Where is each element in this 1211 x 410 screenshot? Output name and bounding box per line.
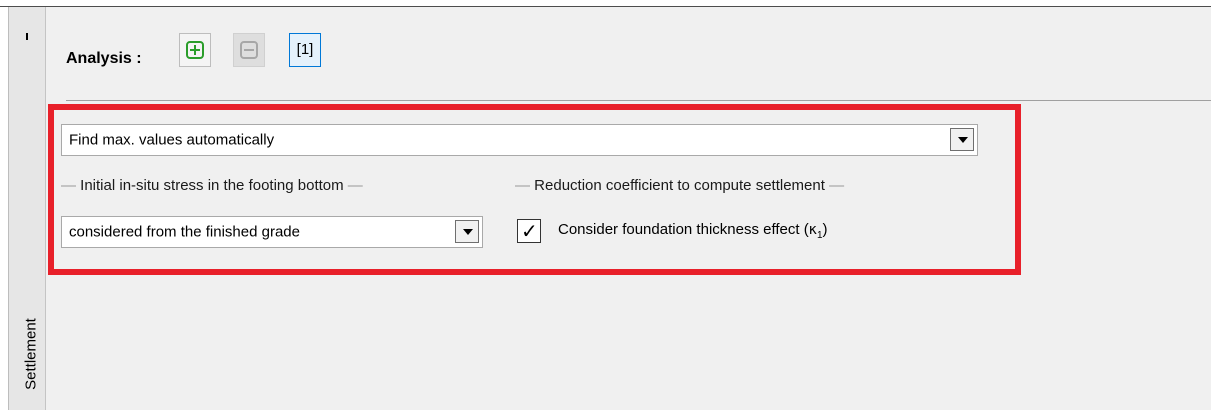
in-situ-stress-select[interactable]: considered from the finished grade (61, 216, 483, 248)
checkmark-icon: ✓ (521, 219, 538, 243)
plus-square-icon (186, 41, 204, 59)
stress-group-title: — Initial in-situ stress in the footing … (61, 177, 363, 194)
side-tab-settlement[interactable]: Settlement (8, 7, 46, 410)
chevron-down-icon (958, 137, 968, 143)
foundation-thickness-label: Consider foundation thickness effect (κ1… (558, 221, 828, 241)
max-values-select-value: Find max. values automatically (69, 131, 275, 149)
add-analysis-button[interactable] (179, 33, 211, 67)
window: Settlement Analysis : [1] Find max. valu… (0, 0, 1211, 410)
chevron-down-icon (463, 229, 473, 235)
minus-square-icon (240, 41, 258, 59)
left-margin (0, 7, 8, 410)
analysis-label: Analysis : (66, 50, 142, 67)
reduction-group-title: — Reduction coefficient to compute settl… (515, 177, 845, 194)
remove-analysis-button[interactable] (233, 33, 265, 67)
side-tab-marker (26, 33, 28, 40)
dropdown-arrow-button[interactable] (455, 220, 479, 243)
foundation-thickness-checkbox[interactable]: ✓ (517, 219, 541, 243)
side-tab-label: Settlement (22, 318, 40, 390)
settings-panel: Analysis : [1] Find max. values automati… (46, 7, 1211, 410)
dropdown-arrow-button[interactable] (950, 128, 974, 151)
in-situ-stress-select-value: considered from the finished grade (69, 223, 300, 241)
analysis-1-button[interactable]: [1] (289, 33, 321, 67)
max-values-select[interactable]: Find max. values automatically (61, 124, 978, 156)
divider (66, 100, 1211, 101)
